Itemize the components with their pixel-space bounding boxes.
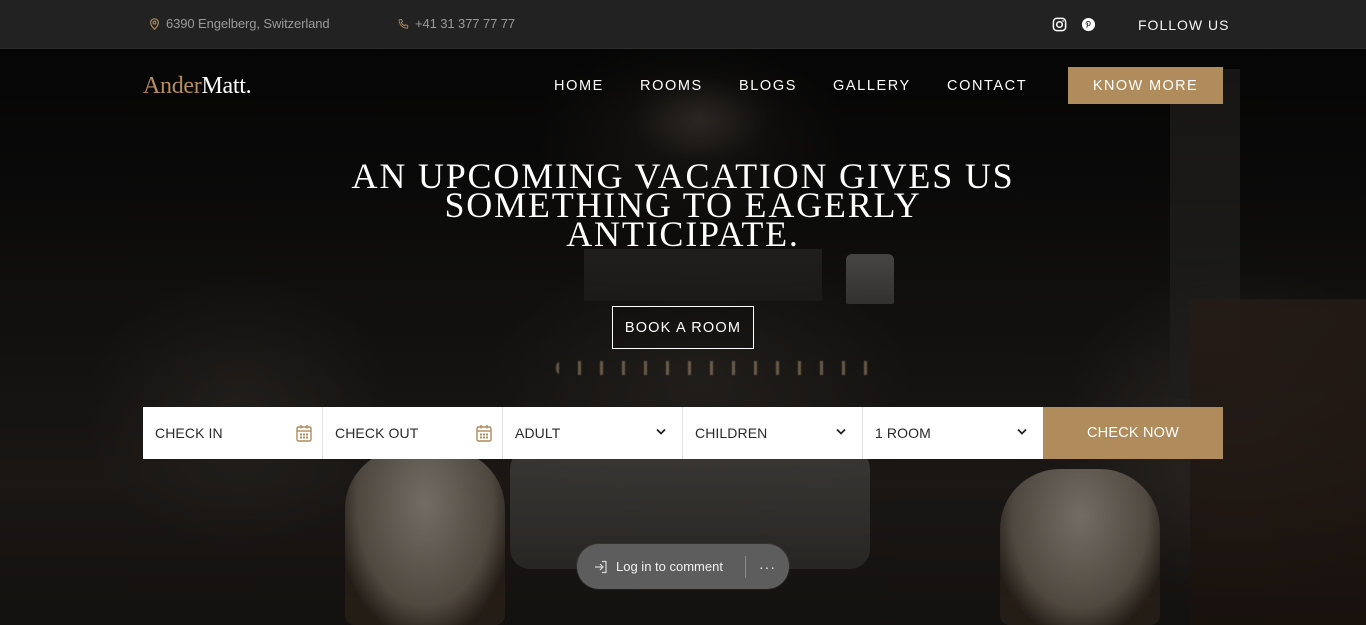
rooms-label: 1 ROOM: [875, 425, 931, 441]
check-in-field[interactable]: CHECK IN: [143, 407, 323, 459]
check-out-field[interactable]: CHECK OUT: [323, 407, 503, 459]
children-select[interactable]: CHILDREN: [683, 407, 863, 459]
calendar-icon: [296, 425, 312, 442]
sign-in-icon: [595, 560, 607, 573]
chevron-down-icon: [656, 428, 666, 435]
check-now-button[interactable]: CHECK NOW: [1043, 407, 1223, 459]
nav-home[interactable]: HOME: [554, 78, 604, 94]
adult-select[interactable]: ADULT: [503, 407, 683, 459]
check-in-label: CHECK IN: [155, 425, 223, 441]
location-pin-icon: [149, 17, 160, 30]
address-info: 6390 Engelberg, Switzerland: [149, 16, 330, 31]
top-info-bar: 6390 Engelberg, Switzerland +41 31 377 7…: [0, 0, 1366, 49]
headline-line-3: ANTICIPATE.: [566, 214, 800, 254]
hero-headline: AN UPCOMING VACATION GIVES US SOMETHING …: [283, 158, 1083, 254]
instagram-icon[interactable]: [1051, 16, 1067, 32]
login-label: Log in to comment: [616, 559, 723, 574]
site-logo[interactable]: AnderMatt.: [143, 73, 252, 100]
logo-part-ander: Ander: [143, 73, 202, 99]
nav-gallery[interactable]: GALLERY: [833, 78, 911, 94]
book-a-room-button[interactable]: BOOK A ROOM: [612, 306, 754, 349]
login-to-comment-button[interactable]: Log in to comment: [577, 544, 745, 589]
phone-icon: [398, 18, 409, 29]
nav-blogs[interactable]: BLOGS: [739, 78, 797, 94]
follow-us-label: FOLLOW US: [1138, 17, 1230, 33]
phone-text: +41 31 377 77 77: [415, 16, 515, 31]
chevron-down-icon: [836, 428, 846, 435]
rooms-select[interactable]: 1 ROOM: [863, 407, 1043, 459]
nav-contact[interactable]: CONTACT: [947, 78, 1027, 94]
pinterest-icon[interactable]: [1080, 16, 1096, 32]
phone-info[interactable]: +41 31 377 77 77: [398, 16, 515, 31]
calendar-icon: [476, 425, 492, 442]
more-options-icon[interactable]: ···: [746, 544, 789, 589]
know-more-button[interactable]: KNOW MORE: [1068, 67, 1223, 104]
children-label: CHILDREN: [695, 425, 768, 441]
nav-rooms[interactable]: ROOMS: [640, 78, 703, 94]
logo-part-matt: Matt.: [201, 73, 252, 99]
chevron-down-icon: [1017, 428, 1027, 435]
comment-toolbar: Log in to comment ···: [577, 544, 789, 589]
check-out-label: CHECK OUT: [335, 425, 419, 441]
booking-form: CHECK IN CHECK OUT ADULT CHILDREN 1 ROOM…: [143, 407, 1223, 459]
address-text: 6390 Engelberg, Switzerland: [166, 16, 330, 31]
adult-label: ADULT: [515, 425, 561, 441]
